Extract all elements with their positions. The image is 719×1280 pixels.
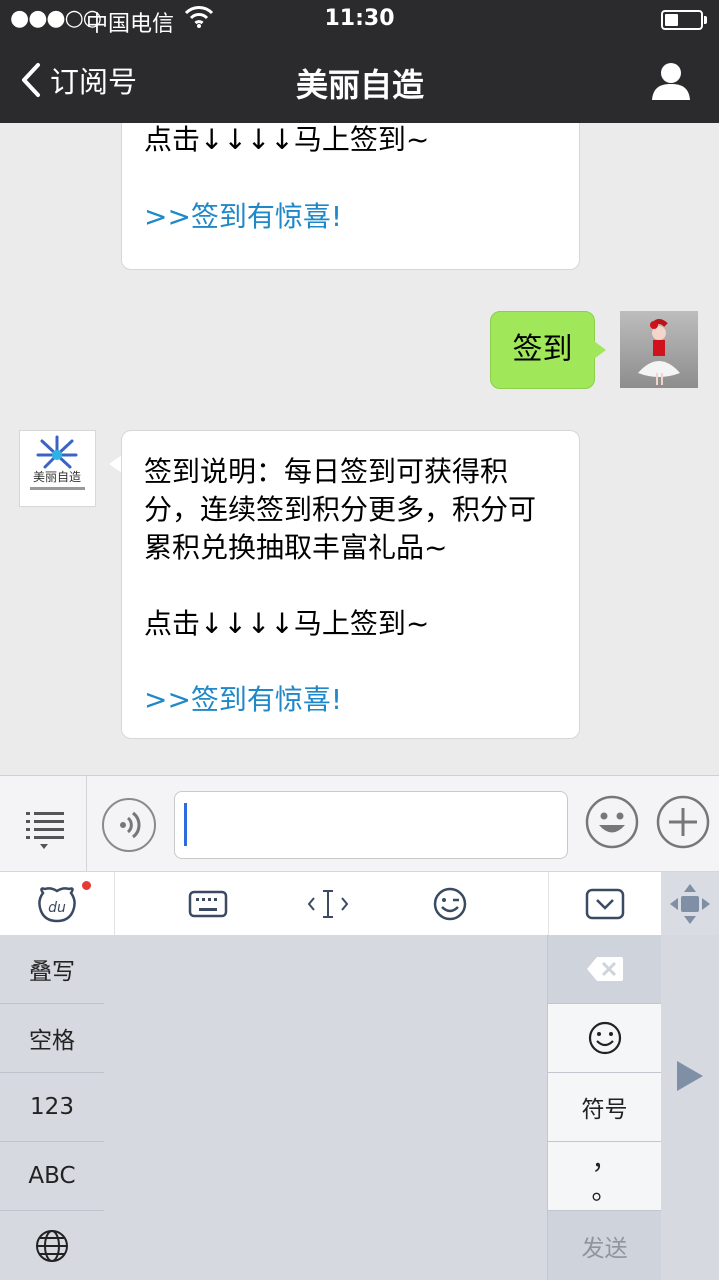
keyboard-switch-button[interactable]: [170, 872, 246, 936]
text-caret: [184, 803, 187, 846]
play-icon[interactable]: [677, 1061, 703, 1091]
symbols-key[interactable]: 符号: [548, 1073, 661, 1142]
battery-tip: [704, 16, 707, 24]
brand-avatar[interactable]: 美丽自造: [19, 430, 96, 507]
delete-key[interactable]: [548, 935, 661, 1004]
send-key[interactable]: 发送: [548, 1211, 661, 1280]
message-bubble-received: 签到说明：每日签到可获得积分，连续签到积分更多，积分可累积兑换抽取丰富礼品~ 点…: [121, 430, 580, 739]
voice-icon: [120, 811, 141, 839]
avatar-image: [638, 319, 680, 385]
period-label: 。: [591, 1176, 618, 1206]
hide-keyboard-icon: [585, 888, 625, 920]
message-text: 签到说明：每日签到可获得积分，连续签到积分更多，积分可累积兑换抽取丰富礼品~: [144, 455, 537, 564]
brand-logo-text: 美丽自造: [33, 470, 81, 484]
page-title: 美丽自造: [295, 66, 424, 104]
bubble-tail: [594, 341, 606, 359]
checkin-link[interactable]: >>签到有惊喜!: [144, 681, 342, 719]
chat-area[interactable]: 点击↓↓↓↓马上签到~ >>签到有惊喜! 签到 美丽自造 签到说明：每日签到可获…: [0, 123, 719, 775]
smiley-icon[interactable]: [584, 794, 640, 850]
notification-dot: [82, 881, 91, 890]
voice-button[interactable]: [102, 798, 156, 852]
ime-toolbar: du: [0, 871, 719, 936]
back-label: 订阅号: [50, 65, 138, 99]
battery-icon: [661, 10, 703, 30]
punctuation-key[interactable]: ， 。: [548, 1142, 661, 1211]
checkin-link[interactable]: >>签到有惊喜!: [144, 198, 342, 236]
top-bar: ●●●○○ 中国电信 11:30 订阅号 美丽自造: [0, 0, 719, 123]
message-text: 签到: [512, 332, 573, 367]
keyboard: 叠写 空格 123 ABC 符号 ， 。 发送: [0, 935, 719, 1280]
comma-label: ，: [591, 1146, 618, 1176]
message-text: 点击↓↓↓↓马上签到~: [144, 123, 430, 156]
status-bar: ●●●○○ 中国电信 11:30: [0, 0, 719, 40]
move-arrows-icon: [670, 884, 710, 924]
key-handwrite[interactable]: 叠写: [0, 935, 104, 1004]
key-abc[interactable]: ABC: [0, 1142, 104, 1211]
message-input[interactable]: [174, 791, 568, 859]
plus-icon[interactable]: [655, 794, 711, 850]
key-123[interactable]: 123: [0, 1073, 104, 1142]
backspace-icon: [586, 957, 623, 981]
message-bubble-received: 点击↓↓↓↓马上签到~ >>签到有惊喜!: [121, 123, 580, 270]
wink-face-icon: [433, 887, 467, 921]
handwriting-area[interactable]: [104, 935, 547, 1280]
ime-emoji-button[interactable]: [412, 872, 488, 936]
keyboard-side-panel: [661, 935, 719, 1280]
globe-icon: [36, 1229, 68, 1262]
brand-logo: 美丽自造: [30, 435, 85, 490]
smiley-icon: [588, 1021, 621, 1055]
ime-logo-button[interactable]: du: [0, 872, 115, 936]
emoji-key[interactable]: [548, 1004, 661, 1073]
svg-text:du: du: [48, 900, 66, 916]
person-icon[interactable]: [650, 60, 692, 102]
move-keyboard-button[interactable]: [661, 872, 719, 936]
list-icon: [26, 812, 64, 849]
message-text: 点击↓↓↓↓马上签到~: [144, 607, 430, 640]
baidu-du-icon: du: [38, 887, 76, 923]
user-avatar[interactable]: [620, 311, 698, 388]
back-button[interactable]: 订阅号: [18, 58, 158, 102]
key-space[interactable]: 空格: [0, 1004, 104, 1073]
message-bubble-sent: 签到: [490, 311, 595, 389]
input-bar: [0, 775, 719, 872]
chevron-left-icon: [22, 63, 40, 97]
status-time: 11:30: [324, 6, 395, 31]
menu-toggle-button[interactable]: [0, 776, 87, 872]
key-globe[interactable]: [0, 1211, 104, 1280]
hide-keyboard-button[interactable]: [548, 872, 661, 936]
keyboard-icon: [188, 890, 228, 918]
cursor-move-button[interactable]: [290, 872, 366, 936]
text-cursor-icon: [307, 890, 349, 918]
